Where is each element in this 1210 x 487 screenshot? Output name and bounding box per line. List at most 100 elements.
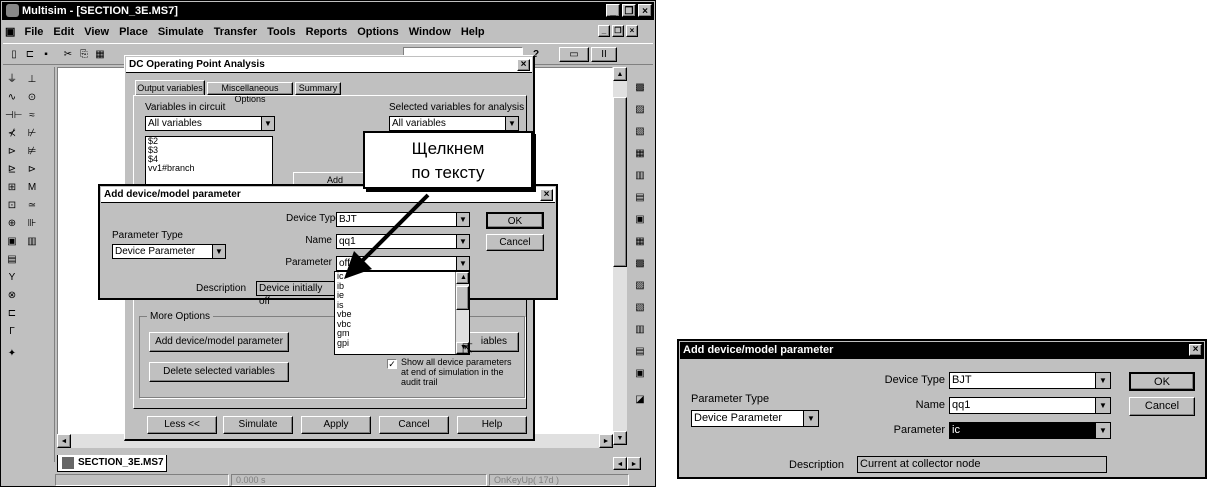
show-params-checkbox[interactable]: ✓	[387, 359, 397, 369]
word-gen-icon[interactable]: ▤	[633, 191, 647, 205]
cmos-icon[interactable]: ⊡	[5, 199, 19, 213]
result-cancel-button[interactable]: Cancel	[1129, 397, 1195, 416]
option-is[interactable]: is	[335, 300, 469, 311]
menu-item-transfer[interactable]: Transfer	[214, 26, 257, 38]
param-type-select[interactable]: Device Parameter ▼	[112, 244, 226, 259]
dropdown-arrow-icon[interactable]: ▼	[456, 235, 469, 248]
menu-item-simulate[interactable]: Simulate	[158, 26, 204, 38]
result-param-type-select[interactable]: Device Parameter ▼	[691, 410, 819, 427]
copy-icon[interactable]: ⎘	[77, 48, 91, 62]
iv-icon[interactable]: ▥	[633, 323, 647, 337]
capacitor-icon[interactable]: ⊣⊢	[5, 109, 22, 123]
dropdown-arrow-icon[interactable]: ▼	[803, 411, 818, 426]
list-item[interactable]: $3	[146, 146, 272, 155]
menu-item-edit[interactable]: Edit	[53, 26, 74, 38]
wattmeter-icon[interactable]: ▧	[633, 125, 647, 139]
mcu-icon[interactable]: M	[25, 181, 39, 195]
scroll-thumb[interactable]	[456, 286, 469, 310]
tab-output-variables[interactable]: Output variables	[135, 80, 205, 95]
diode-icon[interactable]: ⊳	[5, 145, 19, 159]
document-tab[interactable]: SECTION_3E.MS7	[57, 455, 167, 472]
menu-item-place[interactable]: Place	[119, 26, 148, 38]
add-device-param-button[interactable]: Add device/model parameter	[149, 332, 289, 352]
logic-analyzer-icon[interactable]: ▣	[633, 213, 647, 227]
selected-filter-select[interactable]: All variables ▼	[389, 116, 519, 131]
tab-next-icon[interactable]: ►	[627, 457, 641, 470]
misc-icon[interactable]: ▤	[5, 253, 19, 267]
dropdown-arrow-icon[interactable]: ▼	[261, 117, 274, 130]
antenna-icon[interactable]: Y	[5, 271, 19, 285]
menu-item-help[interactable]: Help	[461, 26, 485, 38]
menu-item-view[interactable]: View	[84, 26, 109, 38]
simulate-button[interactable]: Simulate	[223, 416, 293, 434]
menu-item-tools[interactable]: Tools	[267, 26, 296, 38]
minimize-icon[interactable]: _	[606, 4, 620, 17]
ttl-icon[interactable]: ⊞	[5, 181, 19, 195]
option-gm[interactable]: gm	[335, 328, 469, 339]
save-icon[interactable]: ▪	[39, 48, 53, 62]
logic-icon[interactable]: ⊪	[25, 217, 39, 231]
cut-icon[interactable]: ✂	[61, 48, 75, 62]
distortion-icon[interactable]: ▩	[633, 257, 647, 271]
dropdown-arrow-icon[interactable]: ▼	[456, 257, 469, 270]
doc-minimize-icon[interactable]: _	[598, 25, 610, 37]
dropdown-arrow-icon[interactable]: ▼	[505, 117, 518, 130]
option-gpi[interactable]: gpi	[335, 338, 469, 349]
ok-button[interactable]: OK	[486, 212, 544, 229]
close-icon[interactable]: ×	[638, 4, 652, 17]
dropdown-arrow-icon[interactable]: ▼	[1095, 373, 1110, 388]
indicator-icon[interactable]: ▣	[5, 235, 19, 249]
function-gen-icon[interactable]: ▨	[633, 103, 647, 117]
dc-dialog-close-icon[interactable]: ×	[517, 59, 530, 71]
list-item[interactable]: vv1#branch	[146, 164, 272, 173]
option-ie[interactable]: ie	[335, 290, 469, 301]
open-icon[interactable]: ⊏	[23, 48, 37, 62]
vars-listbox[interactable]: $2 $3 $4 vv1#branch	[145, 136, 273, 186]
scroll-left-icon[interactable]: ◄	[57, 434, 71, 448]
tab-summary[interactable]: Summary	[295, 82, 341, 95]
dropdown-arrow-icon[interactable]: ▼	[1095, 423, 1110, 438]
menu-item-options[interactable]: Options	[357, 26, 399, 38]
zener-icon[interactable]: ⊭	[25, 145, 39, 159]
doc-restore-icon[interactable]: ❐	[612, 25, 624, 37]
restore-icon[interactable]: ❐	[622, 4, 636, 17]
result-device-type-select[interactable]: BJT ▼	[949, 372, 1111, 389]
result-name-select[interactable]: qq1 ▼	[949, 397, 1111, 414]
dc-cancel-button[interactable]: Cancel	[379, 416, 449, 434]
vertical-scrollbar[interactable]: ▲ ▼	[613, 67, 627, 445]
electro-icon[interactable]: ⊗	[5, 289, 19, 303]
menu-item-file[interactable]: File	[24, 26, 43, 38]
rf-icon[interactable]: ✦	[5, 347, 19, 361]
scroll-down-icon[interactable]: ▼	[613, 431, 627, 445]
result-close-icon[interactable]: ×	[1189, 344, 1202, 356]
resistor-icon[interactable]: ∿	[5, 91, 19, 105]
transistor-icon[interactable]: ⊀	[5, 127, 19, 141]
wave-icon[interactable]: ≈	[25, 109, 39, 123]
measurement-icon[interactable]: ◪	[633, 393, 647, 407]
option-vbe[interactable]: vbe	[335, 309, 469, 320]
agilent-icon[interactable]: ▤	[633, 345, 647, 359]
result-parameter-select[interactable]: ic ▼	[949, 422, 1111, 439]
sim-switch-icon[interactable]: ▭	[559, 47, 589, 62]
switch-icon[interactable]: ⊬	[25, 127, 39, 141]
probe-icon[interactable]: ▣	[633, 367, 647, 381]
result-ok-button[interactable]: OK	[1129, 372, 1195, 391]
bode-icon[interactable]: ▥	[633, 169, 647, 183]
scroll-up-icon[interactable]: ▲	[613, 67, 627, 81]
help-button[interactable]: Help	[457, 416, 527, 434]
display-icon[interactable]: ▥	[25, 235, 39, 249]
network-icon[interactable]: ▧	[633, 301, 647, 315]
oscilloscope-icon[interactable]: ▦	[633, 147, 647, 161]
doc-close-icon[interactable]: ×	[626, 25, 638, 37]
basic-icon[interactable]: ⊙	[25, 91, 39, 105]
cancel-button[interactable]: Cancel	[486, 234, 544, 251]
multimeter-icon[interactable]: ▩	[633, 81, 647, 95]
apply-button[interactable]: Apply	[301, 416, 371, 434]
menu-item-window[interactable]: Window	[409, 26, 451, 38]
scroll-up-icon[interactable]: ▲	[456, 272, 469, 284]
scroll-right-icon[interactable]: ►	[599, 434, 613, 448]
opamp-icon[interactable]: ⊵	[5, 163, 19, 177]
adc-icon[interactable]: ≃	[25, 199, 39, 213]
vars-filter-select[interactable]: All variables ▼	[145, 116, 275, 131]
bus-icon[interactable]: Γ	[5, 325, 19, 339]
